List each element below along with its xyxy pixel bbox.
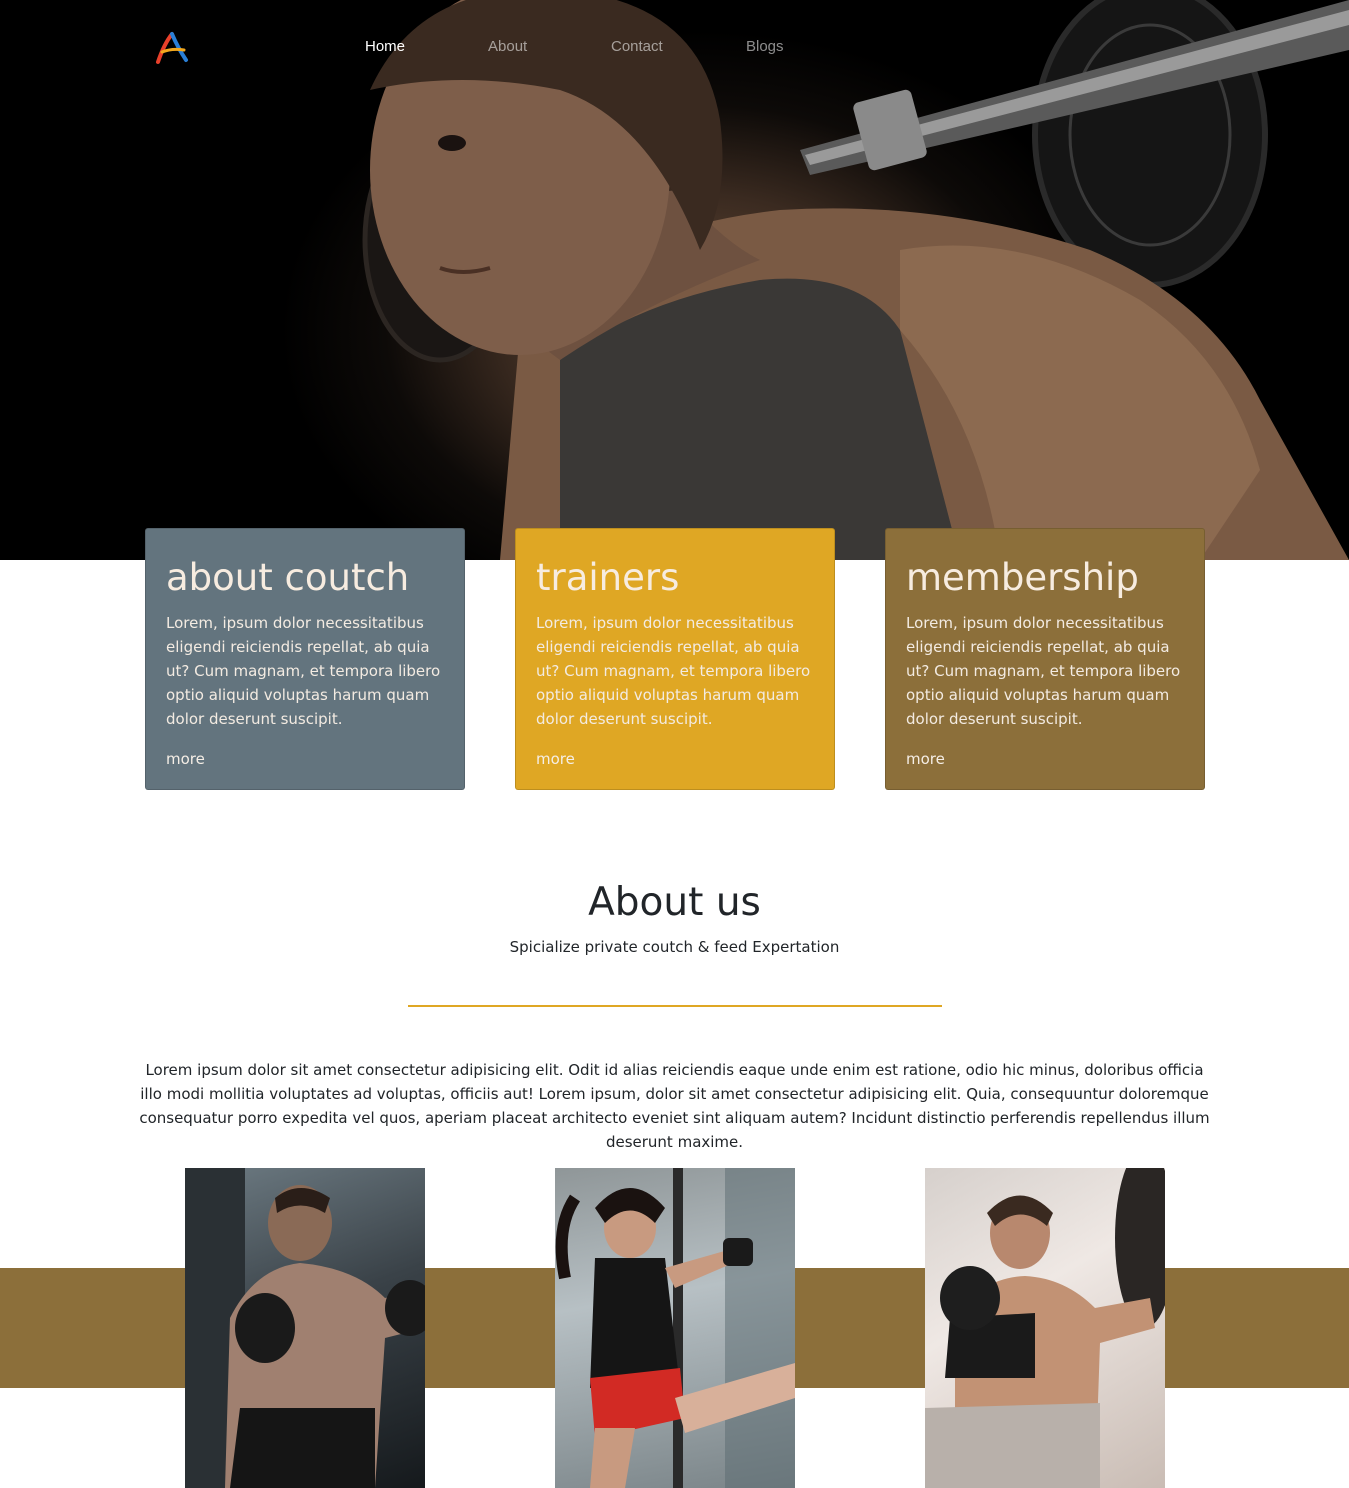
card-text: Lorem, ipsum dolor necessitatibus eligen… [166, 614, 441, 728]
card-more-link[interactable]: more [906, 750, 945, 768]
about-subtitle: Spicialize private coutch & feed Experta… [509, 938, 840, 956]
main-nav: Home About Contact Blogs [0, 38, 1349, 60]
card-more-link[interactable]: more [536, 750, 575, 768]
card-about-coutch: about coutch Lorem, ipsum dolor necessit… [145, 528, 465, 790]
nav-contact[interactable]: Contact [611, 38, 663, 55]
about-divider [408, 1005, 942, 1007]
card-text: Lorem, ipsum dolor necessitatibus eligen… [536, 614, 811, 728]
card-title: about coutch [166, 556, 410, 599]
nav-home[interactable]: Home [365, 38, 405, 55]
trainer-photo-boxer [185, 1168, 425, 1488]
card-title: trainers [536, 556, 680, 599]
nav-blogs[interactable]: Blogs [746, 38, 784, 55]
trainer-photo-kickboxer [555, 1168, 795, 1488]
card-more-link[interactable]: more [166, 750, 205, 768]
hero-banner: Home About Contact Blogs [0, 0, 1349, 560]
trainer-photo-female-boxer [925, 1168, 1165, 1488]
card-title: membership [906, 556, 1139, 599]
about-title: About us [588, 880, 761, 925]
nav-about[interactable]: About [488, 38, 527, 55]
card-trainers: trainers Lorem, ipsum dolor necessitatib… [515, 528, 835, 790]
card-text: Lorem, ipsum dolor necessitatibus eligen… [906, 614, 1181, 728]
hero-image [362, 0, 1349, 560]
card-membership: membership Lorem, ipsum dolor necessitat… [885, 528, 1205, 790]
about-body: Lorem ipsum dolor sit amet consectetur a… [139, 1061, 1210, 1151]
